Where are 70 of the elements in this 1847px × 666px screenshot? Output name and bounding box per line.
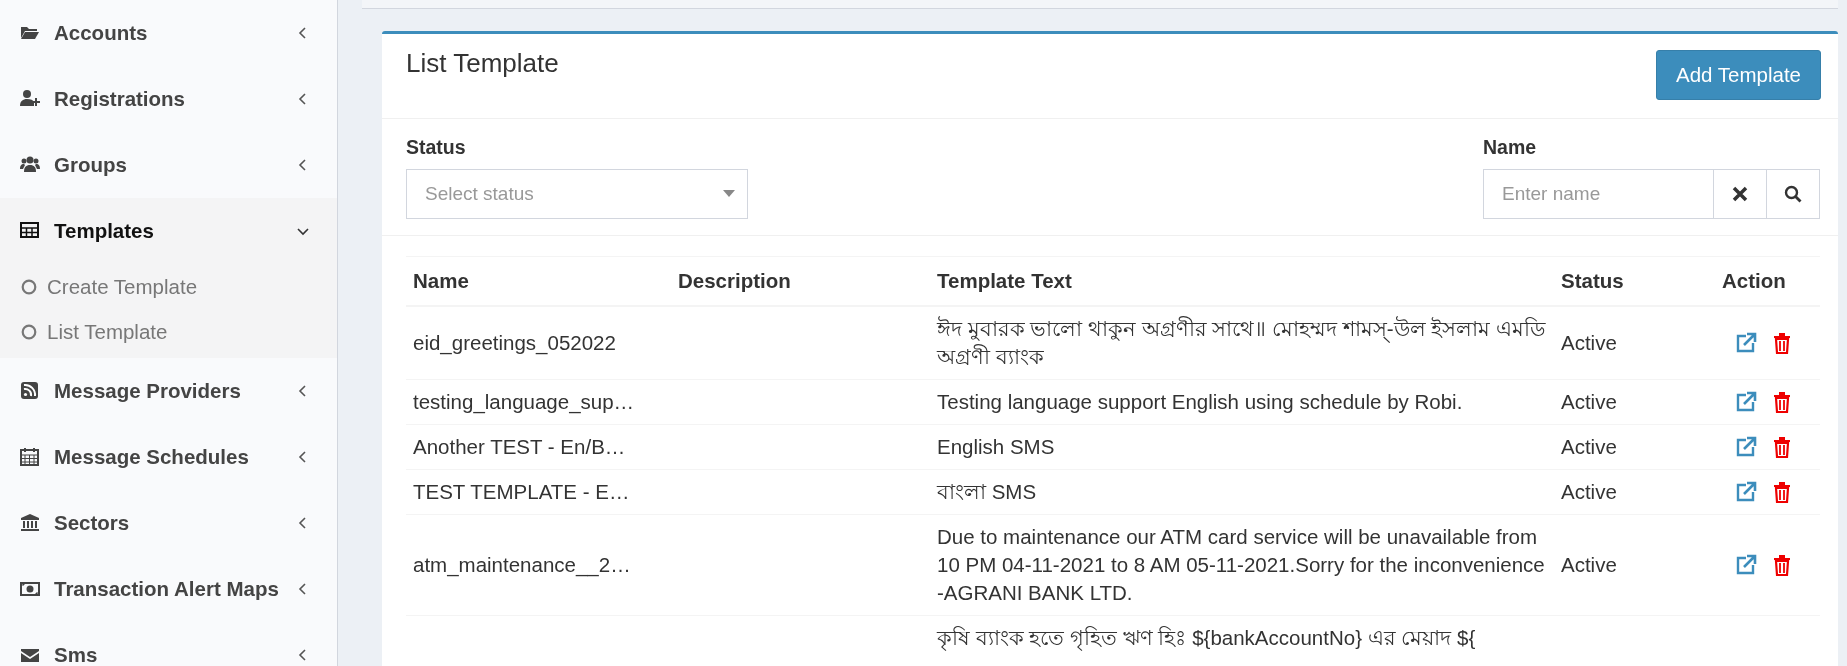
chevron-down-icon [297,225,309,237]
table-cell: atm_maintenance__2… [413,553,631,576]
sidebar-item[interactable]: Templates [0,198,337,264]
calendar-icon [20,447,40,467]
table-cell: কৃষি ব্যাংক হতে গৃহিত ঋণ হিঃ ${bankAccountNo} এর মেয়াদ ${ [937,626,1476,649]
chevron-left-icon [297,649,309,661]
edit-button[interactable] [1734,390,1758,414]
external-link-icon [1734,480,1758,504]
sidebar-item[interactable]: Message Schedules [0,424,337,490]
submenu-item[interactable]: Create Template [0,264,337,309]
edit-button[interactable] [1734,553,1758,577]
table-cell: testing_language_sup… [413,390,635,413]
bank-icon [20,513,40,533]
table-cell: TEST TEMPLATE - E… [413,480,630,503]
column-header: Action [1715,256,1820,306]
chevron-left-icon [297,27,309,39]
external-link-icon [1734,331,1758,355]
caret-down-icon [723,190,735,198]
table-cell: eid_greetings_052022 [413,331,616,354]
external-link-icon [1734,390,1758,414]
sidebar-item[interactable]: Sms [0,622,337,666]
edit-button[interactable] [1734,435,1758,459]
table-icon [20,221,40,241]
users-icon [20,155,40,175]
user-plus-icon [20,89,40,109]
sidebar-item[interactable]: Groups [0,132,337,198]
circle-icon [21,278,37,295]
column-header: Name [406,256,671,306]
name-label: Name [1483,136,1538,159]
close-icon [1731,185,1749,203]
circle-icon [21,323,37,340]
sidebar-item[interactable]: Sectors [0,490,337,556]
table-cell: Another TEST - En/B… [413,435,626,458]
table-cell: বাংলা SMS [937,480,1037,503]
sidebar-item[interactable]: Registrations [0,66,337,132]
sidebar-item[interactable]: Transaction Alert Maps [0,556,337,622]
table-cell: Due to maintenance our ATM card service will be unavailable from 10 PM 04-11-2021 to 8 AM 05-11-2021.Sorry for the inconvenience -AGRANI BANK LTD. [937,525,1545,604]
add-template-button[interactable]: Add Template [1656,50,1821,100]
chevron-left-icon [297,583,309,595]
column-header: Template Text [930,256,1554,306]
status-label: Status [406,136,467,159]
search-icon [1784,185,1802,203]
table-cell: Active [1561,331,1617,354]
table-cell: Active [1561,480,1617,503]
external-link-icon [1734,553,1758,577]
table-cell: Active [1561,435,1617,458]
table-cell: Active [1561,553,1617,576]
chevron-left-icon [297,93,309,105]
submenu-item[interactable]: List Template [0,309,337,358]
table-cell: English SMS [937,435,1055,458]
rss-icon [20,381,40,401]
search-button[interactable] [1767,169,1820,219]
table-cell: Testing language support English using schedule by Robi. [937,390,1463,413]
edit-button[interactable] [1734,331,1758,355]
table-cell: ঈদ মুবারক ভালো থাকুন অগ্রণীর সাথে॥ মোহম্মদ শামস্-উল ইসলাম এমডি অগ্রণী ব্যাংক [937,317,1546,368]
external-link-icon [1734,435,1758,459]
chevron-left-icon [297,385,309,397]
table-cell: Active [1561,390,1617,413]
chevron-left-icon [297,451,309,463]
card-title: List Template [406,48,559,79]
clear-button[interactable] [1714,169,1767,219]
chevron-left-icon [297,517,309,529]
column-header: Description [671,256,930,306]
sidebar-item[interactable]: Message Providers [0,358,337,424]
sidebar-item[interactable]: Accounts [0,0,337,66]
column-header: Status [1554,256,1715,306]
money-icon [20,579,40,599]
chevron-left-icon [297,159,309,171]
edit-button[interactable] [1734,480,1758,504]
name-input[interactable]: Enter name [1483,169,1714,219]
